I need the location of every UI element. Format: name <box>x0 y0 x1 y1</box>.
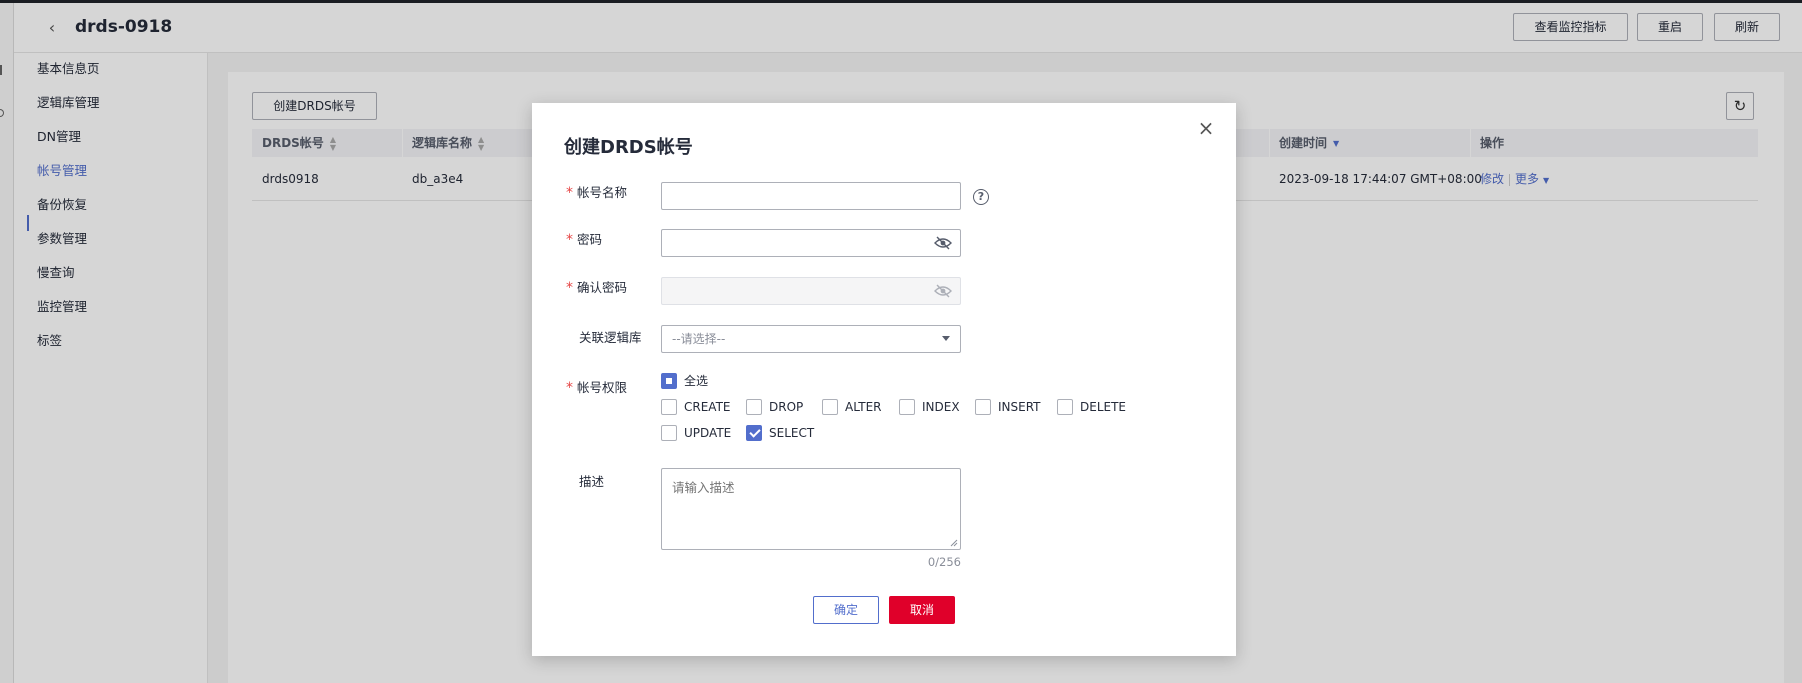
select-all-label[interactable]: 全选 <box>684 373 708 389</box>
close-icon[interactable]: × <box>1196 118 1216 138</box>
perm-insert-checkbox[interactable] <box>975 399 991 415</box>
perm-alter-label[interactable]: ALTER <box>845 399 882 415</box>
perm-drop-checkbox[interactable] <box>746 399 762 415</box>
confirm-password-label: * 确认密码 <box>566 280 628 296</box>
perm-select-label[interactable]: SELECT <box>769 425 814 441</box>
perm-drop-label[interactable]: DROP <box>769 399 803 415</box>
confirm-password-input[interactable] <box>661 277 961 305</box>
account-name-input[interactable] <box>661 182 961 210</box>
resize-grip-icon[interactable] <box>950 539 958 547</box>
logical-db-label: 关联逻辑库 <box>579 330 642 345</box>
password-label: * 密码 <box>566 232 603 248</box>
select-placeholder: --请选择-- <box>672 332 726 346</box>
perm-update-checkbox[interactable] <box>661 425 677 441</box>
eye-hidden-icon[interactable] <box>934 284 952 298</box>
description-textarea[interactable] <box>661 468 961 550</box>
perm-index-label[interactable]: INDEX <box>922 399 960 415</box>
perm-index-checkbox[interactable] <box>899 399 915 415</box>
dialog-title: 创建DRDS帐号 <box>564 137 693 158</box>
select-all-checkbox[interactable] <box>661 373 677 389</box>
help-icon[interactable]: ? <box>973 189 989 205</box>
account-name-label: * 帐号名称 <box>566 185 628 201</box>
perm-create-checkbox[interactable] <box>661 399 677 415</box>
perm-update-label[interactable]: UPDATE <box>684 425 731 441</box>
caret-down-icon <box>942 336 950 341</box>
create-account-dialog: 创建DRDS帐号 × * 帐号名称 ? * 密码 * 确认密码 关联逻辑库 --请选择… <box>532 103 1236 656</box>
perm-create-label[interactable]: CREATE <box>684 399 731 415</box>
permissions-label: * 帐号权限 <box>566 380 628 396</box>
description-label: 描述 <box>579 474 605 489</box>
perm-select-checkbox[interactable] <box>746 425 762 441</box>
password-input[interactable] <box>661 229 961 257</box>
perm-insert-label[interactable]: INSERT <box>998 399 1041 415</box>
char-counter: 0/256 <box>927 555 961 569</box>
perm-alter-checkbox[interactable] <box>822 399 838 415</box>
confirm-button[interactable]: 确定 <box>813 596 879 624</box>
cancel-button[interactable]: 取消 <box>889 596 955 624</box>
perm-delete-label[interactable]: DELETE <box>1080 399 1126 415</box>
eye-hidden-icon[interactable] <box>934 236 952 250</box>
perm-delete-checkbox[interactable] <box>1057 399 1073 415</box>
logical-db-select[interactable]: --请选择-- <box>661 325 961 353</box>
